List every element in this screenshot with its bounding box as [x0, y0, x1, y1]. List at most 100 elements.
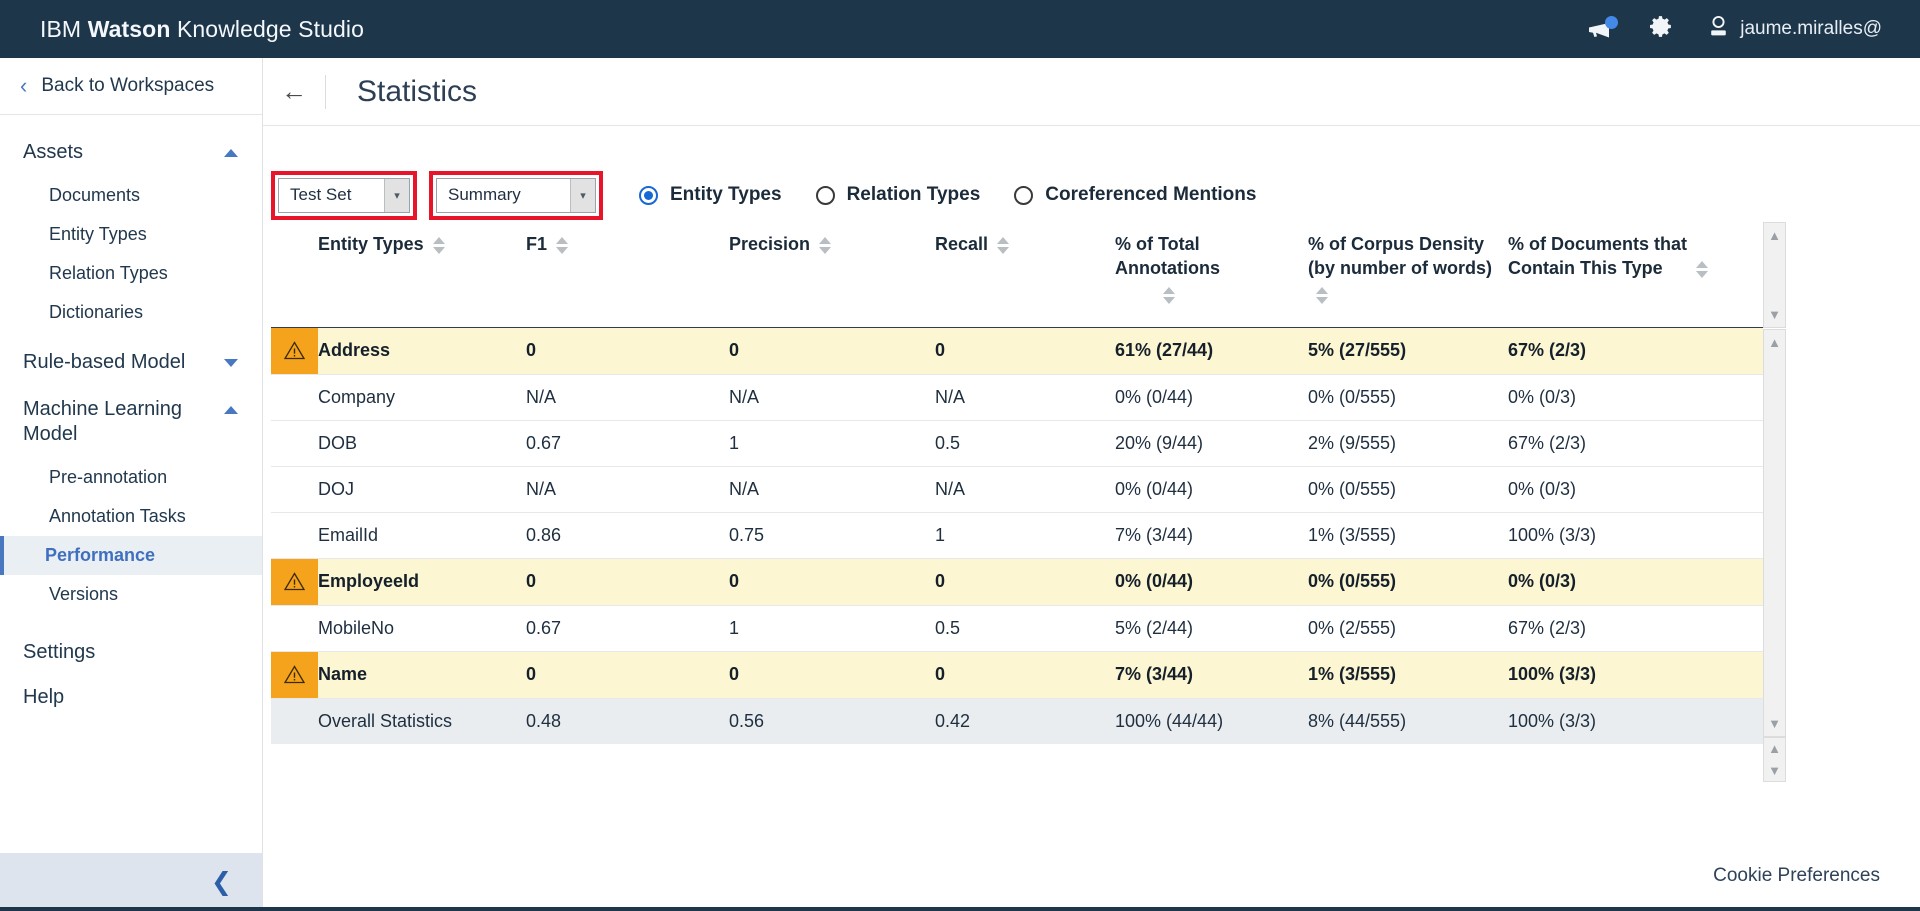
radio-indicator-selected	[639, 185, 658, 205]
header-f1[interactable]: F1	[526, 222, 729, 328]
row-flag-cell	[271, 605, 318, 652]
cell-corpus-density: 0% (2/555)	[1308, 605, 1508, 652]
header-corpus-density-label-line2: (by number of words)	[1308, 258, 1492, 279]
user-avatar-icon	[1708, 15, 1729, 44]
sort-toggle-f1[interactable]	[556, 237, 569, 254]
chevron-up-icon[interactable]: ▲	[1768, 742, 1781, 755]
chevron-down-icon[interactable]: ▼	[1768, 308, 1781, 321]
chevron-down-icon[interactable]: ▼	[1768, 764, 1781, 777]
sidebar-group-assets[interactable]: Assets	[0, 129, 262, 176]
chevron-down-icon: ▾	[570, 178, 595, 212]
table-row[interactable]: Address 0 0 0 61% (27/44) 5% (27/555) 67…	[271, 327, 1763, 375]
sidebar-item-settings[interactable]: Settings	[0, 630, 262, 675]
brand-prefix: IBM	[40, 15, 88, 42]
radio-relation-types[interactable]: Relation Types	[815, 184, 980, 206]
overall-scrollbar[interactable]: ▲ ▼	[1763, 737, 1786, 782]
sort-toggle-recall[interactable]	[997, 237, 1010, 254]
chevron-up-icon[interactable]: ▲	[1768, 336, 1781, 349]
header-recall[interactable]: Recall	[935, 222, 1115, 328]
top-app-bar: IBM Watson Knowledge Studio jaume.mirall…	[0, 0, 1920, 58]
cookie-preferences-link[interactable]: Cookie Preferences	[1713, 865, 1880, 887]
header-corpus-density[interactable]: % of Corpus Density (by number of words)	[1308, 222, 1508, 328]
radio-entity-types-label: Entity Types	[670, 184, 782, 205]
sort-toggle-corpus-density[interactable]	[1316, 286, 1328, 304]
sidebar-group-rule-based-model-label: Rule-based Model	[23, 351, 186, 373]
sidebar-item-help[interactable]: Help	[0, 675, 262, 720]
sidebar-nav: Assets Documents Entity Types Relation T…	[0, 115, 262, 720]
notifications-button[interactable]	[1587, 0, 1619, 58]
sidebar-item-entity-types[interactable]: Entity Types	[0, 215, 262, 254]
header-documents-contain-type[interactable]: % of Documents that Contain This Type	[1508, 222, 1763, 328]
cell-documents: 0% (0/3)	[1508, 558, 1763, 606]
chevron-down-icon: ▾	[384, 178, 409, 212]
header-scrollbar[interactable]: ▲ ▼	[1763, 222, 1786, 328]
sidebar-item-relation-types[interactable]: Relation Types	[0, 254, 262, 293]
table-row[interactable]: EmailId 0.86 0.75 1 7% (3/44) 1% (3/555)…	[271, 512, 1763, 559]
table-body: Address 0 0 0 61% (27/44) 5% (27/555) 67…	[271, 327, 1763, 744]
cell-precision: 0.56	[729, 698, 935, 744]
brand-suffix: Knowledge Studio	[170, 15, 364, 42]
cell-f1: 0.86	[526, 512, 729, 559]
cell-corpus-density: 0% (0/555)	[1308, 558, 1508, 606]
cell-corpus-density: 1% (3/555)	[1308, 651, 1508, 699]
cell-corpus-density: 0% (0/555)	[1308, 466, 1508, 513]
header-entity-types[interactable]: Entity Types	[318, 222, 526, 328]
cell-total-annotations: 7% (3/44)	[1115, 651, 1308, 699]
table-row[interactable]: DOJ N/A N/A N/A 0% (0/44) 0% (0/555) 0% …	[271, 466, 1763, 513]
gear-icon	[1649, 14, 1674, 44]
sidebar-group-rule-based-model[interactable]: Rule-based Model	[0, 332, 262, 386]
back-to-workspaces-button[interactable]: ‹ Back to Workspaces	[0, 58, 262, 115]
sidebar-item-annotation-tasks[interactable]: Annotation Tasks	[0, 497, 262, 536]
row-flag-cell	[271, 374, 318, 421]
cell-recall: 0	[935, 327, 1115, 375]
table-row-overall: Overall Statistics 0.48 0.56 0.42 100% (…	[271, 698, 1763, 744]
chevron-up-icon	[224, 406, 238, 414]
back-button[interactable]: ←	[263, 76, 325, 107]
table-row[interactable]: MobileNo 0.67 1 0.5 5% (2/44) 0% (2/555)…	[271, 605, 1763, 652]
view-select[interactable]: Summary ▾	[436, 177, 596, 213]
cell-precision: 0	[729, 651, 935, 699]
sort-toggle-precision[interactable]	[819, 237, 832, 254]
sidebar-item-dictionaries[interactable]: Dictionaries	[0, 293, 262, 332]
dataset-select[interactable]: Test Set ▾	[278, 177, 410, 213]
cell-entity-type: Overall Statistics	[318, 698, 526, 744]
sidebar-item-pre-annotation[interactable]: Pre-annotation	[0, 458, 262, 497]
header-total-annotations[interactable]: % of Total Annotations	[1115, 222, 1308, 328]
chevron-up-icon	[224, 149, 238, 157]
chevron-down-icon[interactable]: ▼	[1768, 717, 1781, 730]
header-precision[interactable]: Precision	[729, 222, 935, 328]
sidebar-item-versions[interactable]: Versions	[0, 575, 262, 614]
table-header-row: Entity Types F1 Precision Recall % of To…	[271, 222, 1763, 328]
radio-entity-types[interactable]: Entity Types	[639, 184, 782, 206]
header-flag-spacer	[271, 222, 318, 328]
table-scrollbar[interactable]: ▲ ▼	[1763, 329, 1786, 737]
table-row[interactable]: EmployeeId 0 0 0 0% (0/44) 0% (0/555) 0%…	[271, 558, 1763, 606]
cell-corpus-density: 0% (0/555)	[1308, 374, 1508, 421]
sort-toggle-total-annotations[interactable]	[1163, 286, 1175, 304]
cell-documents: 67% (2/3)	[1508, 605, 1763, 652]
cell-precision: N/A	[729, 466, 935, 513]
chevron-left-icon: ‹	[20, 73, 28, 98]
sidebar-item-performance[interactable]: Performance	[0, 536, 262, 575]
sidebar: ‹ Back to Workspaces Assets Documents En…	[0, 58, 263, 911]
cell-total-annotations: 0% (0/44)	[1115, 466, 1308, 513]
table-row[interactable]: DOB 0.67 1 0.5 20% (9/44) 2% (9/555) 67%…	[271, 420, 1763, 467]
table-row[interactable]: Name 0 0 0 7% (3/44) 1% (3/555) 100% (3/…	[271, 651, 1763, 699]
table-header: Entity Types F1 Precision Recall % of To…	[271, 222, 1763, 328]
sidebar-group-machine-learning-model[interactable]: Machine Learning Model	[0, 386, 262, 458]
sort-toggle-documents-contain-type[interactable]	[1696, 261, 1709, 278]
user-menu[interactable]: jaume.miralles@	[1708, 0, 1882, 58]
cell-precision: N/A	[729, 374, 935, 421]
sidebar-item-documents[interactable]: Documents	[0, 176, 262, 215]
table-row[interactable]: Company N/A N/A N/A 0% (0/44) 0% (0/555)…	[271, 374, 1763, 421]
radio-coreferenced-mentions[interactable]: Coreferenced Mentions	[1014, 184, 1256, 206]
sidebar-collapse-button[interactable]: ❮	[0, 853, 262, 911]
chevron-down-icon	[224, 359, 238, 367]
top-bar-actions: jaume.miralles@	[1587, 0, 1920, 58]
sort-toggle-entity-types[interactable]	[432, 237, 445, 254]
cell-recall: 0.5	[935, 605, 1115, 652]
username-label: jaume.miralles@	[1740, 18, 1882, 39]
settings-button[interactable]	[1649, 0, 1674, 58]
cell-corpus-density: 1% (3/555)	[1308, 512, 1508, 559]
chevron-up-icon[interactable]: ▲	[1768, 229, 1781, 242]
